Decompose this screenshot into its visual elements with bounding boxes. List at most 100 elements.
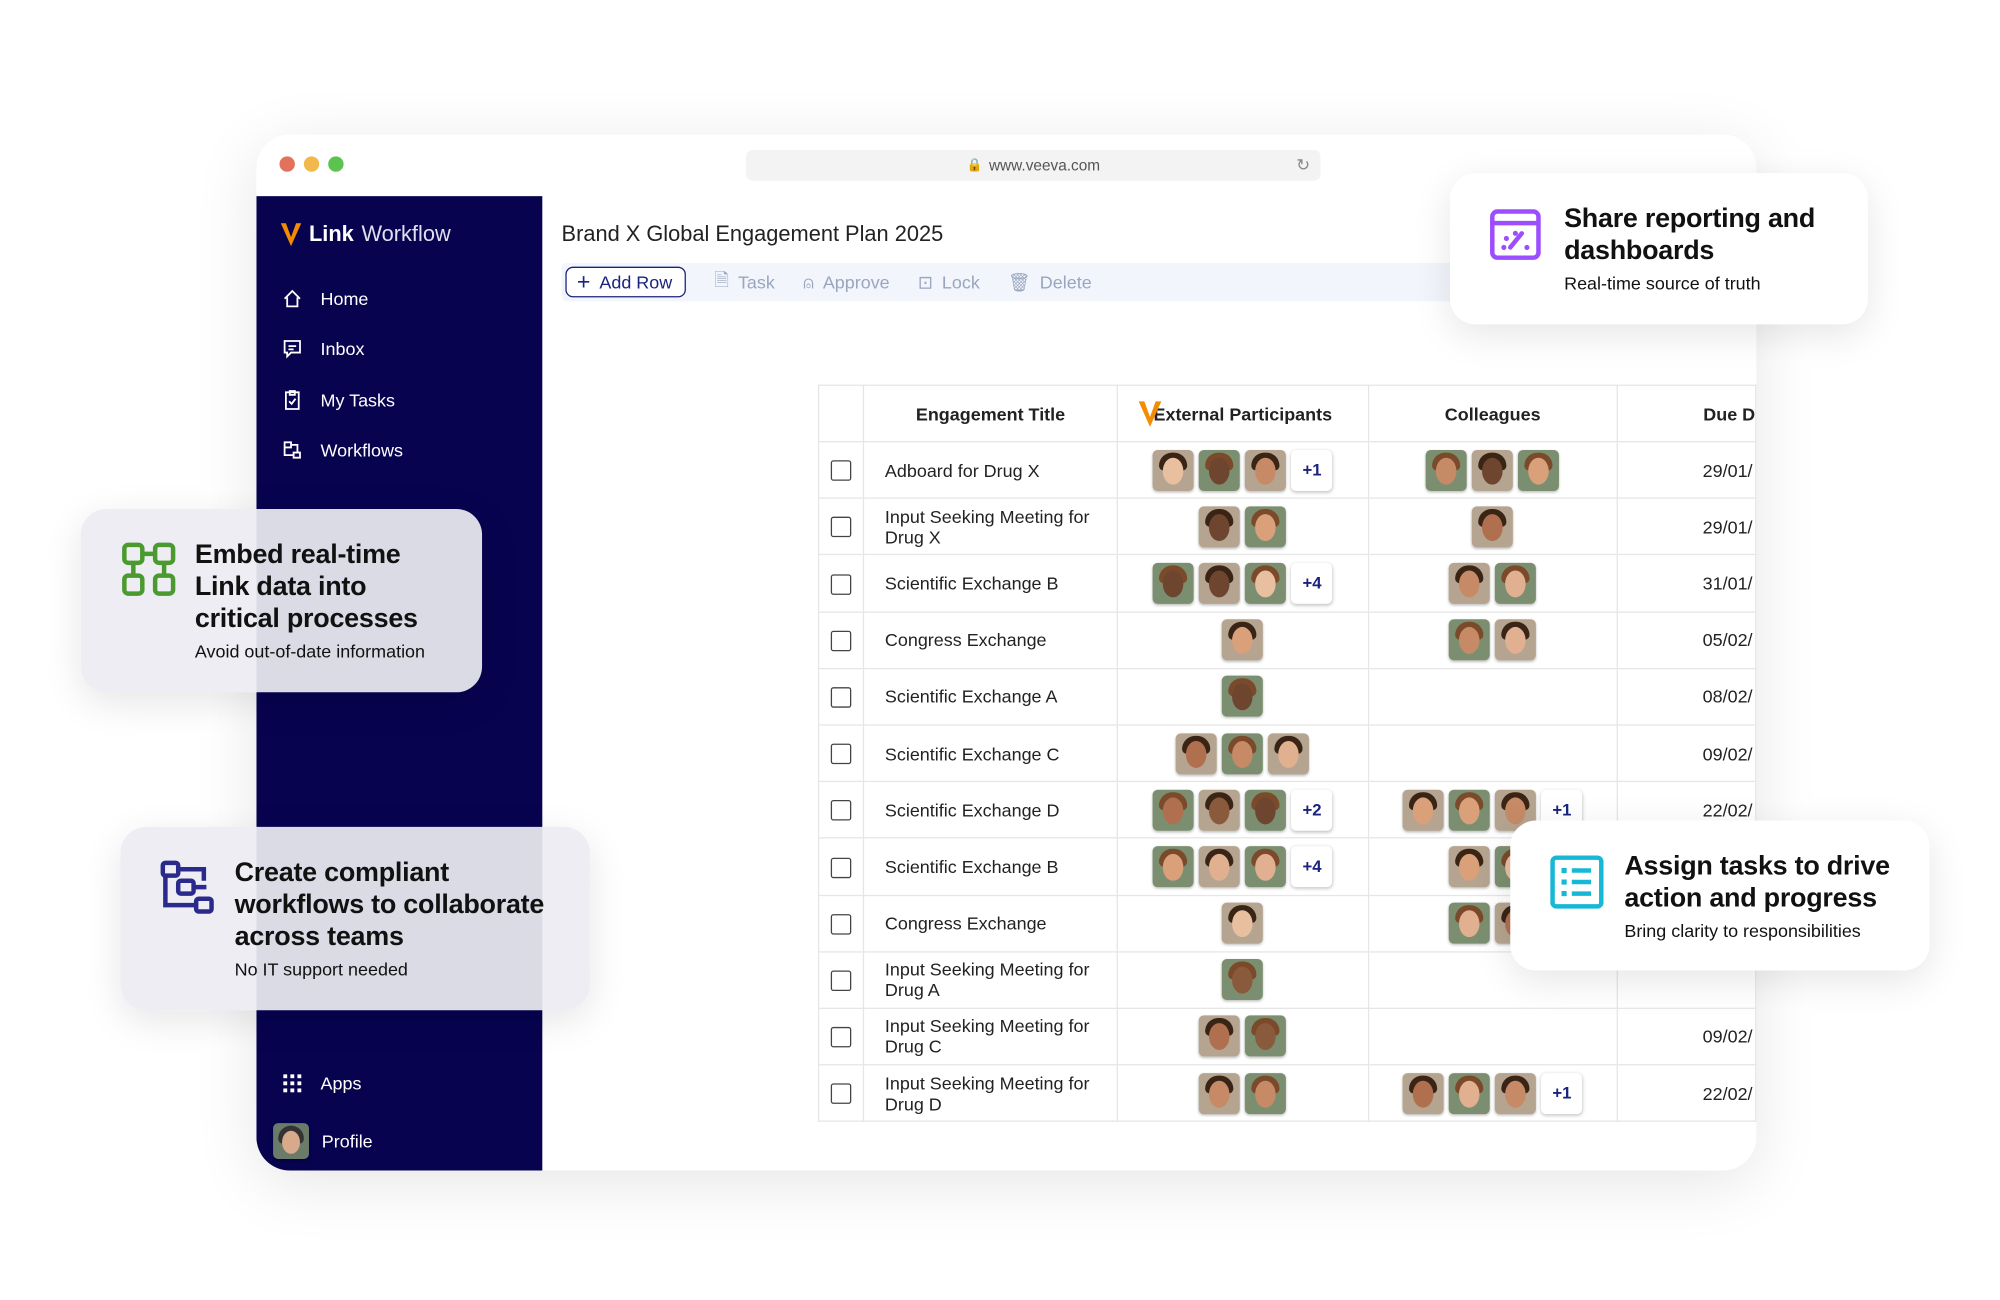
- address-bar[interactable]: 🔒 www.veeva.com ↻: [746, 149, 1321, 181]
- column-header-title[interactable]: Engagement Title: [863, 384, 1118, 443]
- participant-avatar[interactable]: [1245, 789, 1287, 831]
- participant-avatar[interactable]: [1472, 449, 1514, 491]
- participant-avatar[interactable]: [1402, 1072, 1444, 1114]
- participant-avatar[interactable]: [1153, 562, 1195, 604]
- row-checkbox[interactable]: [830, 517, 852, 538]
- participant-avatar[interactable]: [1199, 1072, 1241, 1114]
- participant-avatar[interactable]: [1199, 506, 1241, 548]
- participant-avatar[interactable]: [1449, 902, 1491, 944]
- more-participants-badge[interactable]: +4: [1291, 846, 1333, 888]
- engagement-title[interactable]: Adboard for Drug X: [863, 441, 1118, 499]
- participant-avatar[interactable]: [1222, 902, 1264, 944]
- engagement-title[interactable]: Congress Exchange: [863, 610, 1118, 669]
- more-participants-badge[interactable]: +4: [1291, 562, 1333, 604]
- participant-avatar[interactable]: [1449, 789, 1491, 831]
- table-row[interactable]: Input Seeking Meeting for Drug X 29/01/: [817, 497, 1757, 556]
- participant-avatar[interactable]: [1199, 846, 1241, 888]
- table-row[interactable]: Scientific Exchange B +4 31/01/: [817, 554, 1757, 613]
- participant-avatar[interactable]: [1199, 449, 1241, 491]
- close-dot[interactable]: [279, 156, 295, 172]
- participant-avatar[interactable]: [1245, 506, 1287, 548]
- row-checkbox[interactable]: [830, 573, 852, 595]
- participant-avatar[interactable]: [1222, 676, 1264, 718]
- engagement-title[interactable]: Input Seeking Meeting for Drug X: [863, 497, 1118, 556]
- participant-avatar[interactable]: [1176, 732, 1218, 774]
- task-button[interactable]: 🗎 Task: [715, 267, 775, 298]
- table-row[interactable]: Adboard for Drug X +1 29/01/: [817, 441, 1757, 499]
- card-title: Assign tasks to drive action and progres…: [1624, 851, 1890, 913]
- row-checkbox[interactable]: [830, 913, 852, 935]
- sidebar-item-profile[interactable]: Profile: [273, 1123, 373, 1159]
- minimize-dot[interactable]: [303, 156, 320, 172]
- participant-avatar[interactable]: [1222, 619, 1264, 661]
- sidebar-item-my-tasks[interactable]: My Tasks: [282, 390, 395, 410]
- participant-avatar[interactable]: [1449, 562, 1491, 604]
- participant-avatar[interactable]: [1245, 562, 1287, 604]
- engagement-title[interactable]: Scientific Exchange B: [863, 554, 1118, 613]
- participant-avatar[interactable]: [1222, 732, 1264, 774]
- sidebar-item-home[interactable]: Home: [282, 288, 368, 309]
- engagement-title[interactable]: Input Seeking Meeting for Drug D: [863, 1064, 1118, 1123]
- participant-avatar[interactable]: [1245, 1015, 1287, 1058]
- engagement-title[interactable]: Scientific Exchange A: [863, 667, 1118, 726]
- lock-button[interactable]: ⊡ Lock: [918, 271, 980, 293]
- table-row[interactable]: Input Seeking Meeting for Drug C 09/02/: [817, 1007, 1757, 1066]
- row-checkbox[interactable]: [830, 857, 852, 878]
- more-participants-badge[interactable]: +1: [1541, 1072, 1583, 1114]
- participant-avatar[interactable]: [1153, 789, 1195, 831]
- sidebar-item-inbox[interactable]: Inbox: [282, 338, 364, 359]
- sidebar-item-workflows[interactable]: Workflows: [282, 440, 403, 460]
- maximize-dot[interactable]: [328, 156, 344, 172]
- more-participants-badge[interactable]: +2: [1291, 789, 1333, 831]
- participant-avatar[interactable]: [1245, 449, 1287, 491]
- participant-avatar[interactable]: [1495, 1072, 1537, 1114]
- reload-icon[interactable]: ↻: [1296, 155, 1310, 176]
- participant-avatar[interactable]: [1426, 449, 1468, 491]
- participant-avatar[interactable]: [1449, 846, 1491, 888]
- table-row[interactable]: Scientific Exchange A 08/02/: [817, 667, 1757, 726]
- more-participants-badge[interactable]: +1: [1291, 449, 1333, 491]
- column-header-colleagues[interactable]: Colleagues: [1367, 384, 1618, 443]
- column-header-due-date[interactable]: Due D: [1616, 384, 1757, 443]
- participant-avatar[interactable]: [1153, 846, 1195, 888]
- table-row[interactable]: Scientific Exchange C 09/02/: [817, 724, 1757, 783]
- participant-avatar[interactable]: [1268, 732, 1310, 774]
- delete-button[interactable]: 🗑 Delete: [1008, 271, 1092, 293]
- row-checkbox[interactable]: [830, 1083, 852, 1105]
- engagement-title[interactable]: Scientific Exchange B: [863, 837, 1118, 896]
- participant-avatar[interactable]: [1495, 562, 1537, 604]
- engagement-title[interactable]: Input Seeking Meeting for Drug C: [863, 1007, 1118, 1066]
- row-checkbox[interactable]: [830, 687, 852, 708]
- row-checkbox[interactable]: [830, 630, 852, 652]
- engagement-title[interactable]: Scientific Exchange D: [863, 780, 1118, 839]
- participant-avatar[interactable]: [1245, 1072, 1287, 1114]
- participant-avatar[interactable]: [1153, 449, 1195, 491]
- row-checkbox[interactable]: [830, 970, 852, 991]
- participant-avatar[interactable]: [1518, 449, 1560, 491]
- participant-avatar[interactable]: [1199, 1015, 1241, 1058]
- participant-avatar[interactable]: [1495, 619, 1537, 661]
- approve-button[interactable]: ⍝ Approve: [803, 271, 890, 293]
- engagement-title[interactable]: Congress Exchange: [863, 894, 1118, 953]
- engagement-title[interactable]: Input Seeking Meeting for Drug A: [863, 950, 1118, 1009]
- table-row[interactable]: Input Seeking Meeting for Drug D +1 22/0…: [817, 1064, 1757, 1123]
- participant-avatar[interactable]: [1222, 959, 1264, 1001]
- table-row[interactable]: Congress Exchange 05/02/: [817, 610, 1757, 669]
- participant-avatar[interactable]: [1449, 1072, 1491, 1114]
- row-checkbox[interactable]: [830, 460, 852, 482]
- sidebar-item-apps[interactable]: Apps: [282, 1073, 361, 1094]
- participant-avatar[interactable]: [1245, 846, 1287, 888]
- row-checkbox[interactable]: [830, 743, 852, 765]
- row-checkbox[interactable]: [830, 1027, 852, 1048]
- participant-avatar[interactable]: [1402, 789, 1444, 831]
- engagement-title[interactable]: Scientific Exchange C: [863, 724, 1118, 783]
- participant-avatar[interactable]: [1199, 562, 1241, 604]
- add-row-button[interactable]: + Add Row: [565, 266, 687, 298]
- column-header-external[interactable]: External Participants: [1116, 384, 1369, 443]
- participant-avatar[interactable]: [1472, 506, 1514, 548]
- external-participants-cell: +4: [1116, 837, 1369, 896]
- participant-avatar[interactable]: [1449, 619, 1491, 661]
- external-participants-cell: [1116, 1007, 1369, 1066]
- participant-avatar[interactable]: [1199, 789, 1241, 831]
- row-checkbox[interactable]: [830, 800, 852, 821]
